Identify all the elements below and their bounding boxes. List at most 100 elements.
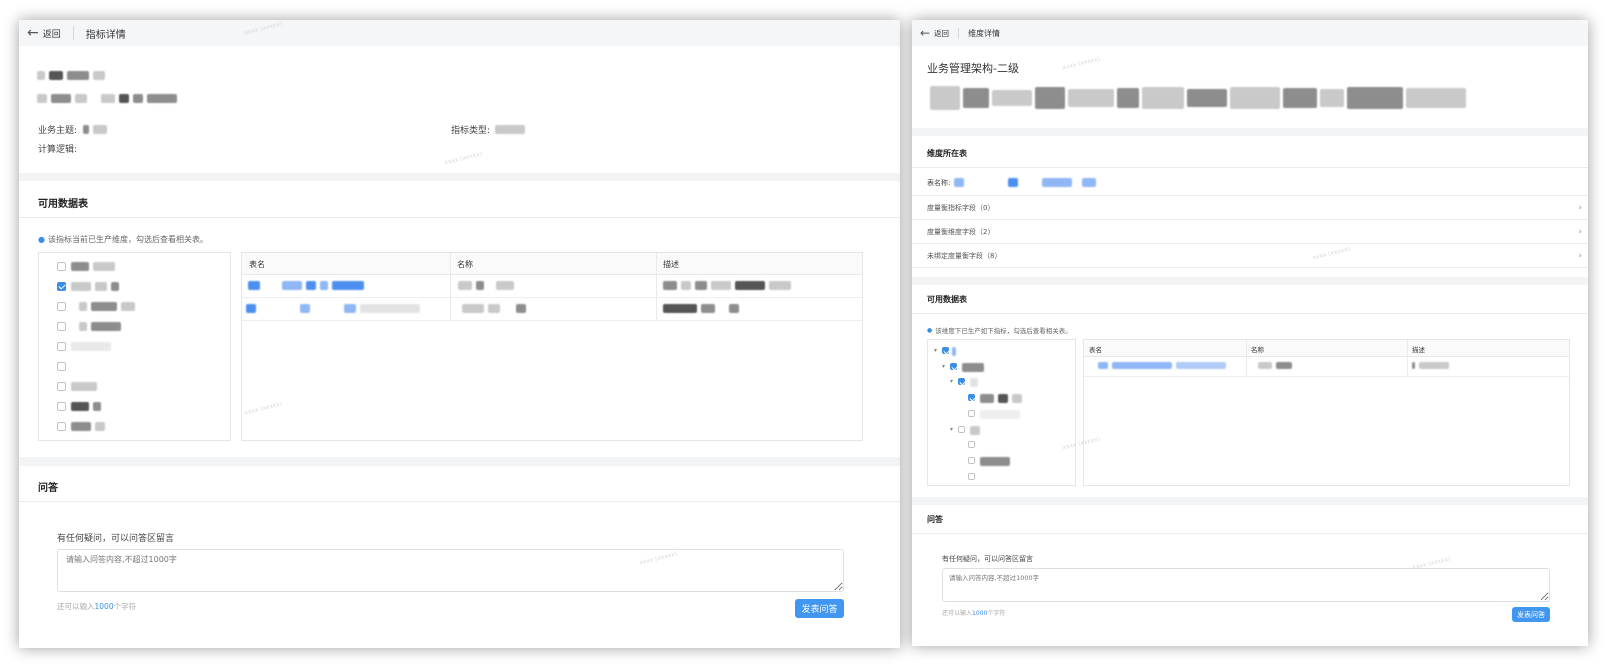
- available-tables-info: ● 该维度下已生产如下指标，勾选后查看相关表。: [927, 325, 1072, 336]
- group-label: 度量衡指标字段（0）: [927, 204, 995, 212]
- qa-textarea[interactable]: [57, 549, 844, 592]
- dimension-checkbox[interactable]: [57, 302, 66, 311]
- section-gap: [912, 497, 1588, 505]
- table-row-1-name[interactable]: [248, 281, 364, 290]
- redacted-table-name: [954, 178, 1096, 187]
- group-measure-metric[interactable]: 度量衡指标字段（0） ›: [912, 197, 1588, 219]
- qa-title: 问答: [38, 483, 58, 494]
- tree-checkbox[interactable]: [968, 410, 975, 417]
- qa-char-hint: 还可以输入1000个字符: [942, 608, 1005, 617]
- group-measure-dimension[interactable]: 度量衡维度字段（2） ›: [912, 221, 1588, 243]
- redacted-metric-desc: [37, 94, 177, 103]
- divider: [958, 27, 960, 39]
- redacted-dimension: [71, 402, 101, 411]
- submit-qa-button[interactable]: 发表问答: [795, 599, 844, 618]
- metric-detail-panel: ← 返回 指标详情 业务主题: 指标类型: 计算逻辑: 可用数据表 ● 该指标当…: [19, 20, 900, 648]
- hint-suffix: 个字符: [113, 602, 137, 611]
- group-unbound-fields[interactable]: 未绑定度量衡字段（8） ›: [912, 245, 1588, 267]
- dimension-checkbox[interactable]: [57, 342, 66, 351]
- back-button[interactable]: ← 返回: [920, 27, 949, 39]
- col-divider: [450, 253, 451, 320]
- qa-prompt: 有任何疑问，可以问答区留言: [942, 555, 1033, 563]
- related-tables-table: 表名 名称 描述: [1083, 339, 1570, 486]
- table-header: 表名 名称 描述: [242, 253, 862, 275]
- divider: [912, 313, 1588, 314]
- indicator-tree: ▾ ▾ ▾ ▾: [927, 339, 1076, 486]
- section-gap: [19, 457, 900, 466]
- dimension-checkbox[interactable]: [57, 262, 66, 271]
- redacted-dimension: [71, 282, 119, 291]
- dimension-checkbox-checked[interactable]: [57, 282, 66, 291]
- dimension-checkbox[interactable]: [57, 402, 66, 411]
- info-text: 该指标当前已生产维度，勾选后查看相关表。: [47, 235, 208, 244]
- tree-checkbox-checked[interactable]: [942, 347, 949, 354]
- back-label: 返回: [42, 29, 61, 40]
- redacted-dimension: [71, 382, 97, 391]
- col-table-name: 表名: [249, 260, 265, 269]
- redacted-node: [980, 394, 1022, 403]
- caret-down-icon[interactable]: ▾: [934, 347, 937, 354]
- tree-checkbox-checked[interactable]: [968, 394, 975, 401]
- col-divider: [656, 253, 657, 320]
- row-divider: [242, 320, 862, 321]
- table-row-1-title: [458, 281, 514, 290]
- divider: [19, 501, 900, 502]
- page-breadcrumb-title: 指标详情: [85, 29, 126, 41]
- dimension-detail-panel: ← 返回 维度详情 业务管理架构-二级 维度所在表 表名称: 度量衡指标字段（0…: [912, 20, 1588, 646]
- dim-table-section-title: 维度所在表: [927, 149, 967, 158]
- watermark: xxxx (xxxxx): [1061, 55, 1101, 72]
- redacted-dimension: [71, 422, 105, 431]
- col-desc: 描述: [663, 260, 679, 269]
- info-circle-icon: ●: [38, 235, 45, 244]
- redacted-dimension: [71, 262, 115, 271]
- caret-down-icon[interactable]: ▾: [942, 363, 945, 370]
- col-divider: [1246, 340, 1247, 376]
- dimension-title: 业务管理架构-二级: [927, 62, 1019, 75]
- caret-down-icon[interactable]: ▾: [950, 426, 953, 433]
- table-row-1-desc: [1412, 362, 1449, 369]
- dimension-checkbox[interactable]: [57, 322, 66, 331]
- hint-count: 1000: [94, 602, 114, 611]
- dimension-checkbox[interactable]: [57, 422, 66, 431]
- chevron-right-icon: ›: [1578, 227, 1582, 237]
- available-tables-info: ● 该指标当前已生产维度，勾选后查看相关表。: [38, 234, 208, 245]
- tree-checkbox[interactable]: [968, 457, 975, 464]
- divider: [912, 243, 1588, 244]
- table-row-2-desc: [663, 304, 739, 313]
- tree-checkbox-checked[interactable]: [950, 363, 957, 370]
- submit-qa-button[interactable]: 发表问答: [1512, 607, 1550, 622]
- back-button[interactable]: ← 返回: [27, 26, 61, 40]
- redacted-node: [970, 426, 980, 435]
- section-gap: [19, 173, 900, 181]
- caret-down-icon[interactable]: ▾: [950, 378, 953, 385]
- table-row-1-title: [1258, 362, 1292, 369]
- dimension-checklist: [38, 252, 231, 441]
- chevron-right-icon: ›: [1578, 251, 1582, 261]
- redacted-metric-type: [495, 125, 525, 134]
- section-gap: [912, 128, 1588, 136]
- table-row-2-name[interactable]: [246, 304, 420, 313]
- tree-checkbox[interactable]: [968, 441, 975, 448]
- tree-checkbox[interactable]: [968, 473, 975, 480]
- redacted-business-topic: [83, 125, 107, 134]
- back-label: 返回: [934, 28, 950, 38]
- divider: [912, 167, 1588, 168]
- tree-checkbox-checked[interactable]: [958, 378, 965, 385]
- dimension-checkbox[interactable]: [57, 362, 66, 371]
- related-tables-table: 表名 名称 描述: [241, 252, 863, 441]
- col-name: 名称: [457, 260, 473, 269]
- available-tables-title: 可用数据表: [38, 199, 88, 210]
- page-breadcrumb-title: 维度详情: [968, 28, 1001, 38]
- tree-checkbox[interactable]: [958, 426, 965, 433]
- col-desc: 描述: [1412, 346, 1425, 354]
- redacted-node: [952, 347, 956, 356]
- table-row-1-name[interactable]: [1098, 362, 1226, 369]
- qa-textarea[interactable]: [942, 568, 1550, 602]
- calc-logic-label: 计算逻辑:: [38, 145, 78, 155]
- redacted-dimension-desc: [930, 86, 1466, 110]
- table-header: 表名 名称 描述: [1084, 340, 1569, 357]
- top-bar: ← 返回 维度详情: [912, 20, 1588, 46]
- qa-char-hint: 还可以输入1000个字符: [57, 601, 136, 612]
- dimension-checkbox[interactable]: [57, 382, 66, 391]
- divider: [72, 26, 74, 40]
